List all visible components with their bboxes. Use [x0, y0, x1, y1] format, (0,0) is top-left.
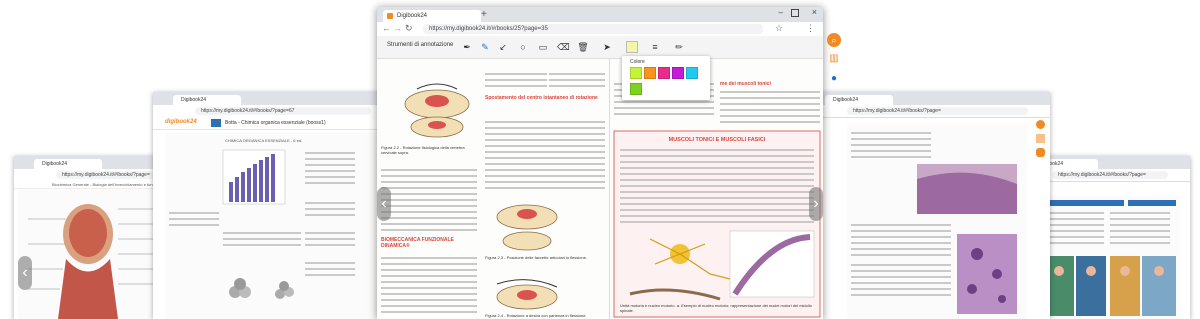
previous-page-arrow[interactable]: ‹: [18, 256, 32, 290]
vertebra-figure-2: [496, 204, 558, 251]
highlighter-icon[interactable]: ✎: [479, 41, 491, 53]
figure-caption: Figura 2.3 - Posizione delle faccette ar…: [485, 255, 588, 260]
accent-circle-icon[interactable]: ⌕: [827, 33, 841, 47]
section-heading: BIOMECCANICA FUNZIONALE DINAMICA®: [381, 237, 454, 249]
tab-bar: Digibook24 + – ×: [377, 7, 823, 22]
pencil-icon[interactable]: ✏: [673, 41, 685, 53]
url-field[interactable]: https://my.digibook24.it/#/books/?page=: [847, 107, 1028, 115]
digibook-logo: digibook24: [165, 119, 197, 125]
info-box-caption: Unità motoria e nucleo motorio. a. Esemp…: [620, 303, 812, 313]
minimize-icon[interactable]: –: [779, 8, 783, 17]
figure-caption: Figura 2.4 - Rotazione a destra con part…: [485, 313, 587, 318]
figure-caption: Figura 2.2 - Rotazione fisiologica della…: [381, 145, 465, 155]
exercise-photos: [1044, 200, 1176, 316]
browser-tab[interactable]: Digibook24: [34, 159, 102, 169]
tab-favicon: [387, 13, 393, 19]
book-badge-icon: [211, 119, 221, 127]
library-icon[interactable]: ▥: [828, 53, 840, 65]
address-bar: https://my.digibook24.it/#/books/?page=: [805, 105, 1050, 118]
browser-tab[interactable]: Digibook24: [173, 95, 241, 105]
maximize-icon[interactable]: [791, 9, 799, 17]
book-page: [1040, 196, 1180, 319]
textbook-content: [169, 149, 355, 299]
user-icon[interactable]: [1036, 148, 1045, 157]
annotation-toolbar: Strumenti di annotazione ✒ ✎ ↙ ○ ▭ ⌫ 🗑 ➤…: [377, 36, 823, 59]
menu-icon[interactable]: ⋮: [806, 23, 815, 34]
book-page-left: Spostamento del centro istantaneo di rot…: [377, 59, 609, 319]
eraser-icon[interactable]: ⌫: [557, 41, 570, 53]
main-sidebar: ⌕ ▥ ●: [823, 33, 845, 103]
tab-title: Digibook24: [397, 13, 428, 19]
close-icon[interactable]: ×: [812, 7, 817, 17]
vertebra-figure-1: [404, 83, 470, 138]
book-title: Botta - Chimica organica essenziale (boo…: [225, 120, 326, 126]
book-page: CHIMICA ORGANICA ESSENZIALE - 6 ed.: [165, 132, 389, 319]
accent-dot-icon[interactable]: [1036, 120, 1045, 129]
pointer-icon[interactable]: ➤: [601, 41, 613, 53]
background-window-left: Digibook24 https://my.digibook24.it/#/bo…: [153, 92, 393, 319]
color-picker-popup: Colore: [622, 56, 710, 100]
line-weight-icon[interactable]: ≡: [649, 41, 661, 53]
book-header: digibook24 Botta - Chimica organica esse…: [153, 117, 393, 130]
histology-content: [851, 132, 1017, 314]
info-box-title: MUSCOLI TONICI E MUSCOLI FASICI: [668, 137, 766, 143]
url-field[interactable]: https://my.digibook24.it/#/books/25?page…: [423, 24, 763, 34]
color-swatch-cyan[interactable]: [686, 67, 698, 79]
url-field[interactable]: https://my.digibook24.it/#/books/?page=6…: [195, 107, 371, 115]
browser-tab[interactable]: Digibook24: [383, 10, 481, 22]
vertebra-figure-3: [496, 279, 558, 310]
side-panel: [1031, 118, 1050, 178]
address-bar: ← → ↻ https://my.digibook24.it/#/books/2…: [377, 22, 823, 37]
back-icon[interactable]: ←: [382, 23, 391, 33]
forward-icon[interactable]: →: [393, 23, 402, 33]
book-page: [847, 124, 1027, 319]
previous-page-arrow[interactable]: ‹: [377, 187, 391, 221]
color-swatch-yellow-green[interactable]: [630, 67, 642, 79]
tab-bar: Digibook24: [153, 92, 393, 105]
next-page-arrow[interactable]: ›: [809, 187, 823, 221]
color-label: Colore: [630, 59, 645, 65]
color-swatch-orange[interactable]: [644, 67, 656, 79]
section-heading: Spostamento del centro istantaneo di rot…: [485, 95, 598, 101]
new-tab-icon[interactable]: +: [481, 9, 487, 21]
bookmark-star-icon[interactable]: ☆: [775, 23, 783, 34]
color-swatch-pink[interactable]: [658, 67, 670, 79]
trash-icon[interactable]: 🗑: [577, 41, 589, 53]
color-swatch-green[interactable]: [630, 83, 642, 95]
user-icon[interactable]: ●: [828, 73, 840, 85]
page-header: CHIMICA ORGANICA ESSENZIALE - 6 ed.: [225, 138, 303, 143]
pen-icon[interactable]: ✒: [461, 41, 473, 53]
arrow-icon[interactable]: ↙: [497, 41, 509, 53]
toolbar-title: Strumenti di annotazione: [387, 42, 454, 48]
background-window-right: Digibook24 https://my.digibook24.it/#/bo…: [805, 92, 1050, 319]
rectangle-icon[interactable]: ▭: [537, 41, 549, 53]
section-heading: me dei muscoli tonici: [720, 81, 771, 87]
reload-icon[interactable]: ↻: [405, 23, 413, 34]
color-swatch-purple[interactable]: [672, 67, 684, 79]
main-browser-window: Digibook24 + – × ← → ↻ https://my.digibo…: [377, 7, 823, 319]
url-field[interactable]: https://my.digibook24.it/#/books/?page=: [1052, 171, 1168, 179]
color-icon[interactable]: [626, 41, 638, 53]
library-icon[interactable]: [1036, 134, 1045, 143]
circle-icon[interactable]: ○: [517, 41, 529, 53]
